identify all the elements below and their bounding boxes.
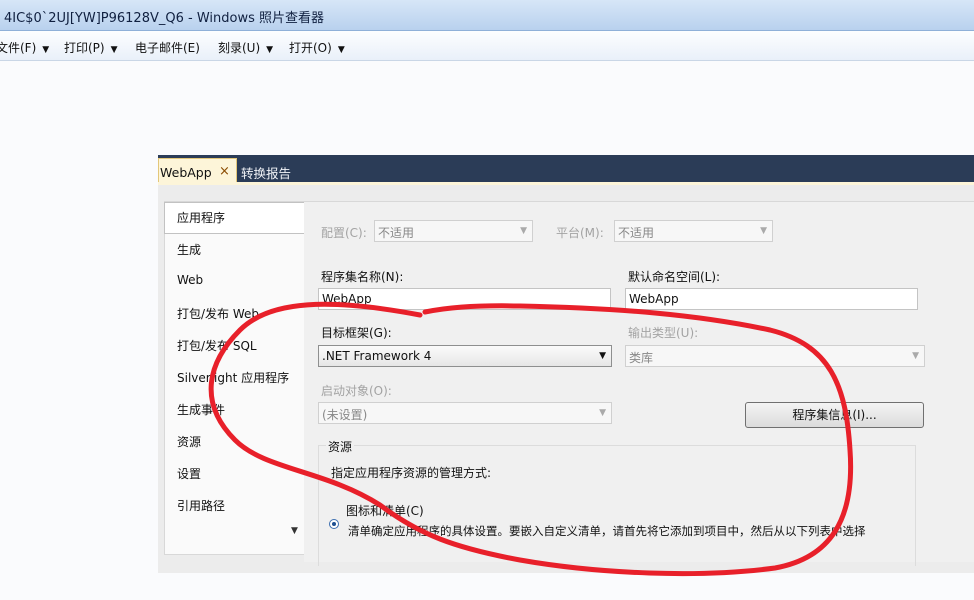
manifest-description: 清单确定应用程序的具体设置。要嵌入自定义清单，请首先将它添加到项目中，然后从以下… [348,524,866,538]
menu-file[interactable]: 文件(F) ▼ [0,39,49,56]
chevron-down-icon: ▼ [42,45,50,55]
platform-value: 不适用 [618,226,655,240]
platform-dropdown[interactable]: 不适用 ▼ [614,220,773,242]
config-dropdown[interactable]: 不适用 ▼ [374,220,533,242]
close-icon[interactable]: × [219,164,230,179]
chevron-down-icon: ▼ [110,45,118,55]
startup-object-label: 启动对象(O): [321,384,392,398]
resources-description: 指定应用程序资源的管理方式: [331,466,492,480]
target-framework-label: 目标框架(G): [321,326,392,340]
nav-item-resources[interactable]: 资源 [177,433,201,450]
chevron-down-icon: ▼ [760,226,767,236]
tab-conversion-report[interactable]: 转换报告 [241,163,291,182]
photo-canvas: WebApp × 转换报告 应用程序 生成 Web 打包/发布 Web 打包/发… [158,155,974,573]
platform-label: 平台(M): [556,226,604,240]
config-label: 配置(C): [321,226,367,240]
window-titlebar: 4IC$0`2UJ[YW]P96128V_Q6 - Windows 照片查看器 [0,0,974,31]
nav-item-package-web[interactable]: 打包/发布 Web [177,305,259,322]
viewer-menubar: 文件(F) ▼ 打印(P) ▼ 电子邮件(E) 刻录(U) ▼ 打开(O) ▼ [0,31,974,61]
nav-item-silverlight[interactable]: Silverlight 应用程序 [177,369,289,386]
menu-print[interactable]: 打印(P) ▼ [64,39,118,56]
properties-content: 应用程序 生成 Web 打包/发布 Web 打包/发布 SQL Silverli… [158,185,974,573]
nav-item-application[interactable]: 应用程序 [177,209,225,226]
assembly-name-input[interactable]: WebApp [318,288,611,310]
tab-webapp-label: WebApp [160,165,212,180]
menu-open-label: 打开(O) [289,41,332,55]
output-type-label: 输出类型(U): [628,326,699,340]
default-namespace-input[interactable]: WebApp [625,288,918,310]
properties-nav: 应用程序 生成 Web 打包/发布 Web 打包/发布 SQL Silverli… [164,201,306,555]
icon-manifest-radio[interactable] [329,519,339,529]
assembly-name-label: 程序集名称(N): [321,270,404,284]
nav-item-build-events[interactable]: 生成事件 [177,401,225,418]
menu-email-label: 电子邮件(E) [135,41,200,55]
application-settings-panel: 配置(C): 不适用 ▼ 平台(M): 不适用 ▼ 程序集名称(N): WebA… [304,201,974,566]
chevron-down-icon: ▼ [520,226,527,236]
chevron-down-icon: ▼ [599,408,606,418]
menu-print-label: 打印(P) [64,41,105,55]
resources-group-title: 资源 [326,438,355,455]
menu-burn[interactable]: 刻录(U) ▼ [218,39,273,56]
nav-item-reference-paths[interactable]: 引用路径 [177,497,225,514]
menu-open[interactable]: 打开(O) ▼ [289,39,345,56]
target-framework-dropdown[interactable]: .NET Framework 4 ▼ [318,345,612,367]
target-framework-value: .NET Framework 4 [322,349,432,363]
output-type-value: 类库 [629,351,654,365]
icon-manifest-radio-label: 图标和清单(C) [346,504,424,518]
menu-file-label: 文件(F) [0,41,37,55]
menu-email[interactable]: 电子邮件(E) [135,39,200,56]
output-type-dropdown[interactable]: 类库 ▼ [625,345,925,367]
nav-item-build[interactable]: 生成 [177,241,201,258]
scroll-down-icon[interactable]: ▼ [291,526,298,536]
nav-item-web[interactable]: Web [177,273,203,287]
chevron-down-icon: ▼ [337,45,345,55]
startup-object-value: (未设置) [322,408,368,422]
default-namespace-label: 默认命名空间(L): [628,270,721,284]
nav-item-package-sql[interactable]: 打包/发布 SQL [177,337,257,354]
chevron-down-icon: ▼ [266,45,274,55]
window-title: 4IC$0`2UJ[YW]P96128V_Q6 - Windows 照片查看器 [4,11,324,26]
chevron-down-icon: ▼ [912,351,919,361]
assembly-info-button[interactable]: 程序集信息(I)... [745,402,924,428]
config-value: 不适用 [378,226,415,240]
default-namespace-value: WebApp [629,292,679,306]
chevron-down-icon: ▼ [599,351,606,361]
assembly-name-value: WebApp [322,292,372,306]
nav-item-settings[interactable]: 设置 [177,465,201,482]
menu-burn-label: 刻录(U) [218,41,261,55]
startup-object-dropdown[interactable]: (未设置) ▼ [318,402,612,424]
